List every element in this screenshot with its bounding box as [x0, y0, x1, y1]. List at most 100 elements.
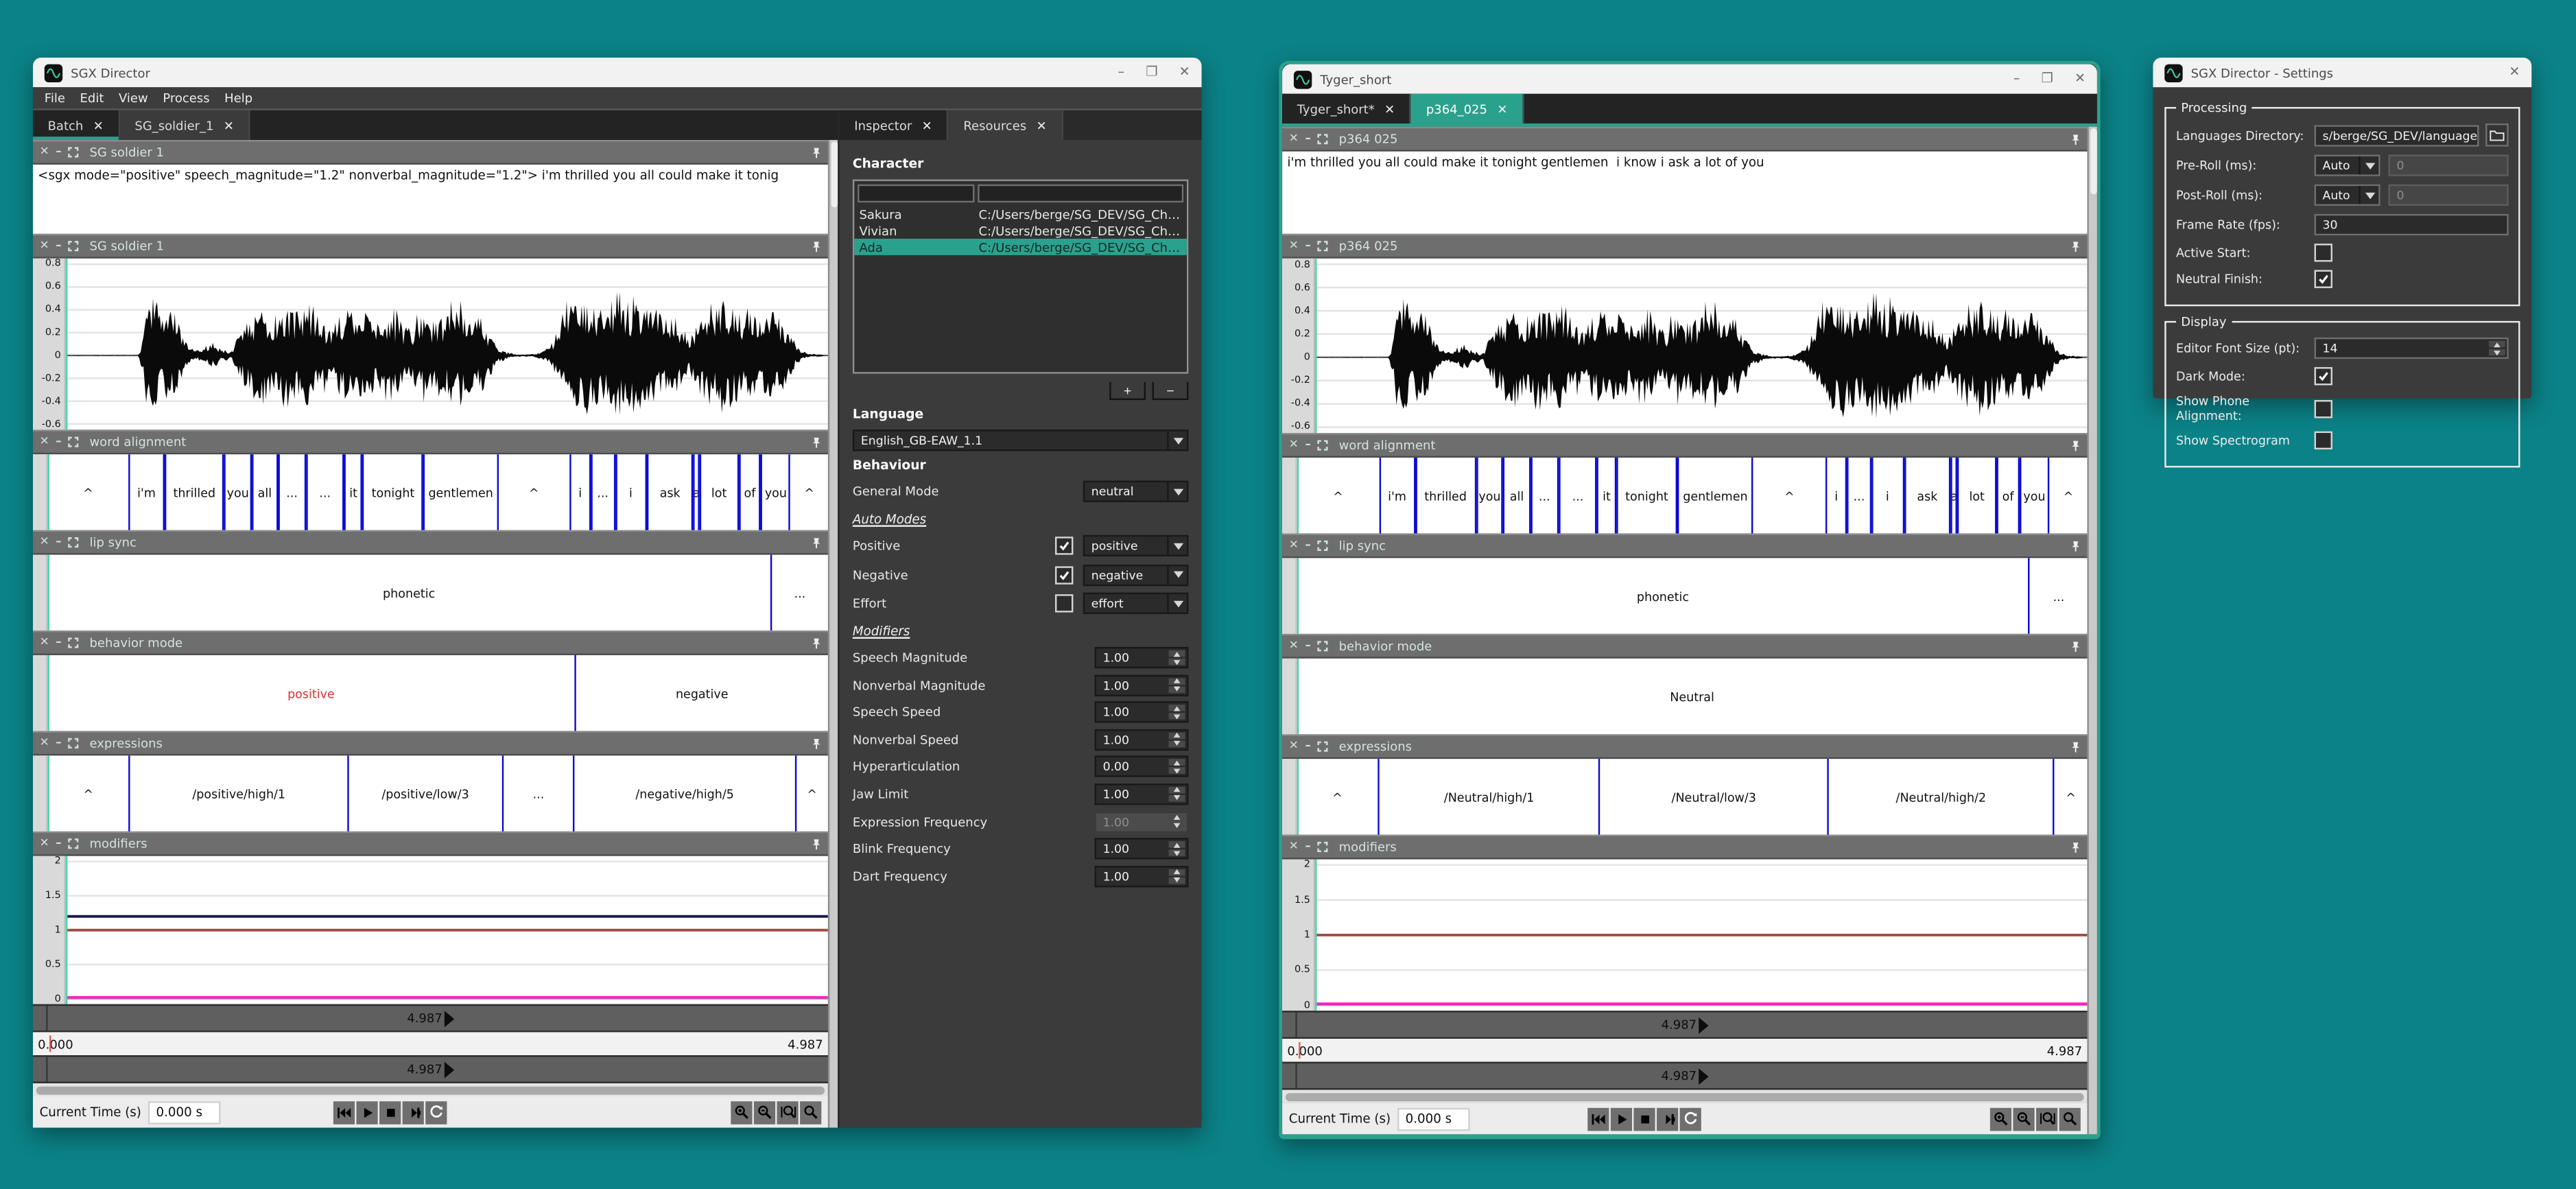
- left-word-segment[interactable]: tonight: [363, 454, 423, 530]
- middle-word-segment[interactable]: ^: [1753, 458, 1826, 533]
- middle-maximize-button[interactable]: ❐: [2042, 73, 2053, 86]
- left-word-segment[interactable]: ^: [48, 454, 129, 530]
- left-word-segment[interactable]: thrilled: [165, 454, 224, 530]
- middle-waveform-panel-close-icon[interactable]: ✕: [1289, 240, 1299, 252]
- left-menu-view[interactable]: View: [119, 91, 148, 106]
- language-combo[interactable]: English_GB-EAW_1.1: [853, 429, 1188, 451]
- left-v-scrollbar-thumb[interactable]: [830, 141, 837, 207]
- spin-down-icon[interactable]: [1169, 768, 1185, 775]
- middle-word-segment[interactable]: of: [1996, 458, 2019, 533]
- left-text-content[interactable]: <sgx mode="positive" speech_magnitude="1…: [33, 165, 828, 234]
- left-behavior-mode-panel-minimize-icon[interactable]: –: [56, 637, 61, 649]
- left-word-segment[interactable]: you: [224, 454, 252, 530]
- settings-close-button[interactable]: ✕: [2509, 66, 2520, 79]
- left-text-panel-pin-icon[interactable]: [812, 145, 821, 158]
- left-word-segment[interactable]: a: [694, 454, 700, 530]
- add-character-button[interactable]: +: [1109, 382, 1146, 400]
- middle-lip-segment[interactable]: ...: [2029, 558, 2087, 633]
- left-modifiers-panel-pin-icon[interactable]: [812, 837, 821, 850]
- middle-expressions-panel-minimize-icon[interactable]: –: [1305, 741, 1310, 753]
- left-word-segment[interactable]: it: [344, 454, 363, 530]
- settings-checkbox[interactable]: [2315, 367, 2332, 385]
- middle-time-ruler[interactable]: 0.0004.987: [1282, 1039, 2087, 1062]
- general-mode-combo[interactable]: neutral: [1083, 481, 1189, 502]
- modifier-spinbox[interactable]: 0.00: [1095, 756, 1189, 777]
- left-word-segment[interactable]: ask: [647, 454, 694, 530]
- modifier-spinbox[interactable]: 1.00: [1095, 647, 1189, 668]
- middle-word-segment[interactable]: it: [1597, 458, 1616, 533]
- left-text-panel-minimize-icon[interactable]: –: [56, 147, 61, 158]
- left-modifiers-panel-minimize-icon[interactable]: –: [56, 838, 61, 849]
- tab-close-icon[interactable]: ✕: [1497, 102, 1507, 117]
- spin-down-icon[interactable]: [1169, 849, 1185, 856]
- middle-v-scrollbar[interactable]: [2087, 127, 2096, 1134]
- middle-tab-p364-025[interactable]: p364_025✕: [1411, 94, 1524, 123]
- left-stop-button[interactable]: [380, 1100, 401, 1124]
- modifier-spinbox[interactable]: 1.00: [1095, 811, 1189, 832]
- left-word-alignment-panel-close-icon[interactable]: ✕: [40, 436, 49, 448]
- left-word-segment[interactable]: ...: [306, 454, 344, 530]
- left-minimize-button[interactable]: –: [1118, 66, 1124, 79]
- left-expression-segment[interactable]: ^: [48, 755, 129, 831]
- middle-h-scrollbar[interactable]: [1282, 1090, 2087, 1103]
- browse-folder-button[interactable]: [2485, 123, 2509, 147]
- spin-up-icon[interactable]: [1169, 841, 1185, 848]
- left-range-slider-top[interactable]: 4.987: [33, 1004, 828, 1033]
- middle-word-segment[interactable]: ...: [1559, 458, 1597, 533]
- settings-disabled-field[interactable]: 0: [2389, 155, 2509, 176]
- middle-word-segment[interactable]: gentlemen: [1677, 458, 1753, 533]
- middle-loop-button[interactable]: [1680, 1107, 1701, 1131]
- spin-up-icon[interactable]: [1169, 732, 1185, 739]
- middle-lip-sync-panel-close-icon[interactable]: ✕: [1289, 540, 1299, 552]
- middle-expression-playhead[interactable]: [1297, 759, 1299, 834]
- left-text-panel-maximize-icon[interactable]: [68, 147, 80, 158]
- left-titlebar[interactable]: SGX Director–❐✕: [33, 58, 1202, 87]
- left-zoom-fit-button[interactable]: [777, 1100, 799, 1124]
- character-name-column-header[interactable]: [858, 185, 975, 202]
- left-modifiers-plot[interactable]: [66, 856, 828, 1004]
- middle-behavior-playhead[interactable]: [1297, 659, 1299, 734]
- left-expressions-panel-close-icon[interactable]: ✕: [40, 738, 49, 749]
- left-lip-segment[interactable]: phonetic: [48, 555, 770, 631]
- spin-down-icon[interactable]: [1169, 740, 1185, 747]
- spin-down-icon[interactable]: [2489, 349, 2505, 356]
- modifier-spinbox[interactable]: 1.00: [1095, 784, 1189, 805]
- middle-modifiers-panel-close-icon[interactable]: ✕: [1289, 841, 1299, 853]
- middle-word-segment[interactable]: ask: [1904, 458, 1951, 533]
- left-loop-button[interactable]: [426, 1100, 447, 1124]
- left-zoom-in-button[interactable]: [731, 1100, 752, 1124]
- middle-modifiers-panel-maximize-icon[interactable]: [1317, 841, 1329, 853]
- middle-skip-start-button[interactable]: [1587, 1107, 1609, 1131]
- middle-word-segment[interactable]: ...: [1847, 458, 1871, 533]
- middle-skip-end-button[interactable]: [1657, 1107, 1678, 1131]
- left-expression-segment[interactable]: /negative/high/5: [574, 755, 794, 831]
- middle-lip-sync-panel-minimize-icon[interactable]: –: [1305, 540, 1310, 552]
- middle-modifiers-plot[interactable]: [1315, 859, 2087, 1011]
- left-behavior-segment[interactable]: negative: [574, 655, 828, 731]
- left-lip-sync-panel-close-icon[interactable]: ✕: [40, 537, 49, 548]
- settings-checkbox[interactable]: [2315, 399, 2332, 417]
- left-behavior-mode-panel-maximize-icon[interactable]: [68, 637, 80, 649]
- left-waveform-panel-close-icon[interactable]: ✕: [40, 240, 49, 252]
- left-waveform-panel-maximize-icon[interactable]: [68, 240, 80, 252]
- middle-word-segment[interactable]: tonight: [1616, 458, 1678, 533]
- left-waveform-playhead[interactable]: [66, 259, 67, 430]
- left-word-segment[interactable]: ...: [591, 454, 615, 530]
- middle-word-segment[interactable]: you: [1476, 458, 1503, 533]
- middle-v-scrollbar-thumb[interactable]: [2090, 128, 2096, 194]
- middle-zoom-out-button[interactable]: [2013, 1107, 2034, 1131]
- modifier-spinbox[interactable]: 1.00: [1095, 674, 1189, 696]
- left-tab-batch[interactable]: Batch✕: [33, 110, 120, 140]
- middle-zoom-fit-button[interactable]: [2036, 1107, 2057, 1131]
- modifier-spinbox[interactable]: 1.00: [1095, 702, 1189, 723]
- settings-checkbox[interactable]: [2315, 270, 2332, 288]
- left-waveform-plot[interactable]: [66, 259, 828, 430]
- middle-waveform-panel-pin-icon[interactable]: [2070, 239, 2080, 252]
- middle-behavior-mode-panel-maximize-icon[interactable]: [1317, 640, 1329, 652]
- character-path-column-header[interactable]: [978, 185, 1184, 202]
- left-word-segment[interactable]: i: [615, 454, 646, 530]
- middle-text-panel-minimize-icon[interactable]: –: [1305, 133, 1310, 145]
- tab-close-icon[interactable]: ✕: [224, 118, 234, 133]
- spin-up-icon[interactable]: [1169, 814, 1185, 821]
- left-expression-segment[interactable]: /positive/high/1: [129, 755, 347, 831]
